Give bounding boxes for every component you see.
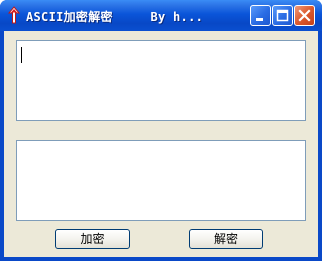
arrow-up-icon <box>7 6 21 24</box>
input-textarea[interactable] <box>16 40 306 121</box>
minimize-icon <box>256 18 263 21</box>
text-caret <box>21 47 22 63</box>
app-window: ASCII加密解密 By h... 加密 解密 <box>0 0 322 261</box>
maximize-button[interactable] <box>272 5 293 26</box>
minimize-button[interactable] <box>250 5 271 26</box>
close-button[interactable] <box>294 5 315 26</box>
maximize-icon <box>276 9 289 22</box>
output-textarea[interactable] <box>16 140 306 221</box>
close-icon <box>298 9 311 22</box>
window-title: ASCII加密解密 By h... <box>26 10 204 24</box>
window-client-area: 加密 解密 <box>4 31 318 257</box>
decrypt-button[interactable]: 解密 <box>189 229 263 249</box>
encrypt-button[interactable]: 加密 <box>55 229 130 249</box>
title-bar[interactable]: ASCII加密解密 By h... <box>0 0 322 31</box>
